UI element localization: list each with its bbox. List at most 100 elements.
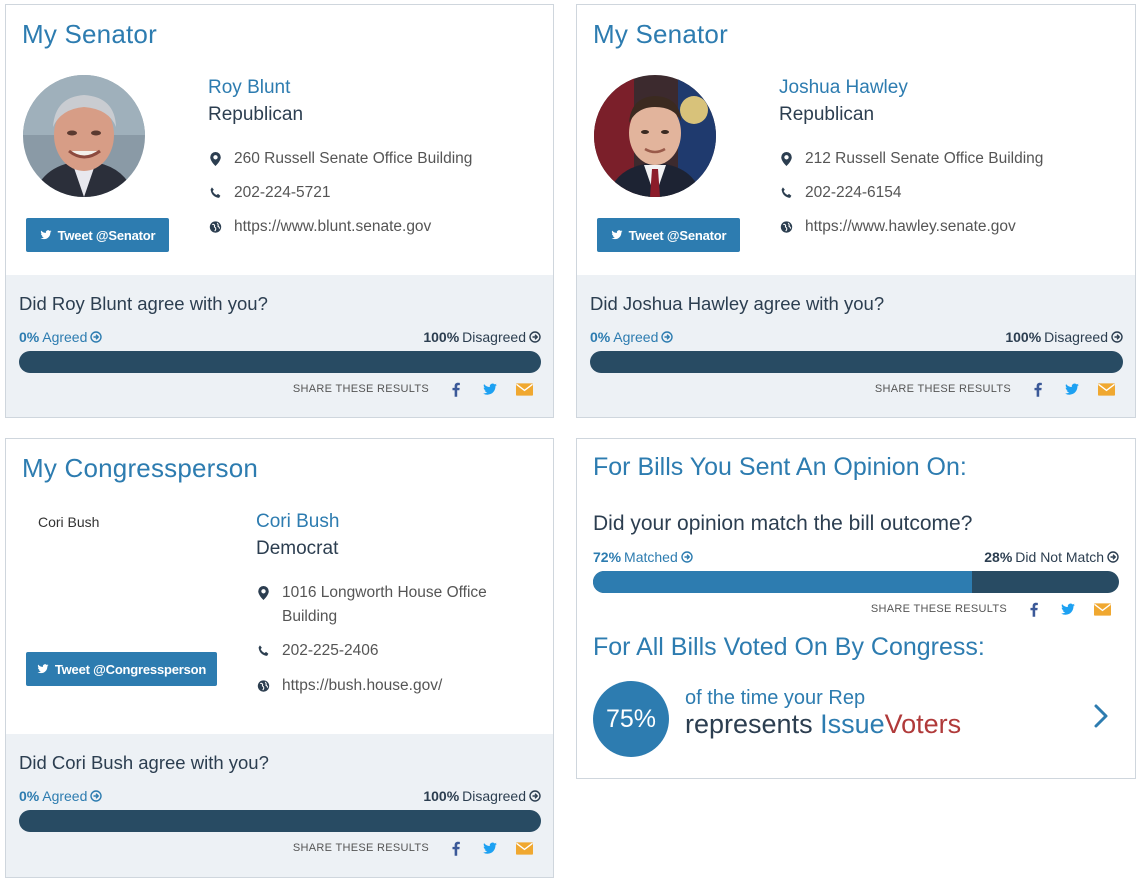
- not-matched-stat[interactable]: 28% Did Not Match: [984, 549, 1119, 565]
- phone-icon: [208, 181, 222, 205]
- disagreed-pct: 100%: [423, 329, 460, 345]
- section-title: My Senator: [22, 19, 157, 49]
- tweet-label: Tweet @Senator: [628, 227, 727, 243]
- circle-arrow-right-icon: [661, 331, 674, 343]
- agreement-question: Did Cori Bush agree with you?: [19, 752, 269, 773]
- represents-prefix: represents: [685, 709, 821, 739]
- brand-issue: Issue: [820, 709, 885, 739]
- address-row: 212 Russell Senate Office Building: [779, 147, 1043, 171]
- share-row: SHARE THESE RESULTS: [293, 839, 541, 857]
- facebook-icon[interactable]: [1017, 600, 1051, 618]
- congressperson-party: Democrat: [256, 538, 339, 559]
- match-bar-fill: [593, 571, 972, 593]
- congressperson-name[interactable]: Cori Bush: [256, 511, 339, 533]
- congress-bills-title: For All Bills Voted On By Congress:: [593, 633, 985, 661]
- phone-icon: [779, 181, 793, 205]
- represents-line-2: represents IssueVoters: [685, 709, 961, 740]
- disagreed-pct: 100%: [423, 788, 460, 804]
- tweet-label: Tweet @Congressperson: [54, 661, 207, 677]
- agreed-pct: 0%: [19, 329, 40, 345]
- agreed-pct: 0%: [590, 329, 611, 345]
- share-row: SHARE THESE RESULTS: [293, 380, 541, 398]
- disagreed-label: Disagreed: [1044, 329, 1108, 345]
- facebook-icon[interactable]: [1021, 380, 1055, 398]
- globe-icon: [256, 674, 270, 698]
- senator-card-1: My Senator Tweet @Senator Roy Blunt Repu…: [5, 4, 554, 418]
- website-link[interactable]: https://www.hawley.senate.gov: [805, 215, 1016, 239]
- share-label: SHARE THESE RESULTS: [874, 383, 1011, 395]
- agreed-stat[interactable]: 0% Agreed: [590, 329, 674, 345]
- circle-arrow-right-icon: [681, 551, 693, 563]
- twitter-icon[interactable]: [1051, 600, 1085, 618]
- twitter-icon[interactable]: [1055, 380, 1089, 398]
- phone-row: 202-224-5721: [208, 181, 331, 205]
- website-link[interactable]: https://bush.house.gov/: [282, 674, 442, 698]
- disagreed-stat[interactable]: 100% Disagreed: [1005, 329, 1123, 345]
- agreement-bar: [19, 351, 541, 373]
- website-row: https://www.blunt.senate.gov: [208, 215, 431, 239]
- circle-arrow-right-icon: [1107, 551, 1119, 563]
- not-matched-pct: 28%: [984, 549, 1013, 565]
- agreement-question: Did Roy Blunt agree with you?: [19, 293, 268, 314]
- address-line-2: Building: [282, 608, 338, 625]
- agreement-bar: [19, 810, 541, 832]
- represents-percent-badge: 75%: [593, 681, 669, 757]
- twitter-bird-icon: [37, 664, 49, 674]
- matched-stat[interactable]: 72% Matched: [593, 549, 693, 565]
- agreed-pct: 0%: [19, 788, 40, 804]
- address-row: 260 Russell Senate Office Building: [208, 147, 472, 171]
- senator-name[interactable]: Roy Blunt: [208, 77, 290, 99]
- bills-opinion-title: For Bills You Sent An Opinion On:: [593, 453, 967, 481]
- twitter-bird-icon: [611, 230, 623, 240]
- website-link[interactable]: https://www.blunt.senate.gov: [234, 215, 431, 239]
- disagreed-stat[interactable]: 100% Disagreed: [423, 788, 541, 804]
- circle-arrow-right-icon: [90, 790, 103, 802]
- agreed-label: Agreed: [42, 788, 88, 804]
- circle-arrow-right-icon: [1111, 331, 1123, 343]
- twitter-icon[interactable]: [473, 839, 507, 857]
- website-row: https://bush.house.gov/: [256, 674, 442, 698]
- share-label: SHARE THESE RESULTS: [870, 603, 1007, 615]
- senator-photo: [594, 75, 716, 197]
- envelope-icon[interactable]: [507, 839, 541, 857]
- map-marker-icon: [779, 147, 793, 171]
- facebook-icon[interactable]: [439, 380, 473, 398]
- tweet-senator-button[interactable]: Tweet @Senator: [26, 218, 169, 252]
- envelope-icon[interactable]: [1089, 380, 1123, 398]
- address-text: 1016 Longworth House Office Building: [282, 581, 487, 629]
- circle-arrow-right-icon: [90, 331, 103, 343]
- phone-row: 202-225-2406: [256, 639, 379, 663]
- agreed-stat[interactable]: 0% Agreed: [19, 329, 103, 345]
- globe-icon: [208, 215, 222, 239]
- disagreed-stat[interactable]: 100% Disagreed: [423, 329, 541, 345]
- senator-photo: [23, 75, 145, 197]
- facebook-icon[interactable]: [439, 839, 473, 857]
- section-title: My Congressperson: [22, 453, 259, 483]
- disagreed-pct: 100%: [1005, 329, 1042, 345]
- tweet-congressperson-button[interactable]: Tweet @Congressperson: [26, 652, 217, 686]
- envelope-icon[interactable]: [507, 380, 541, 398]
- senator-name[interactable]: Joshua Hawley: [779, 77, 908, 99]
- share-label: SHARE THESE RESULTS: [292, 383, 429, 395]
- chevron-right-icon[interactable]: [1093, 703, 1109, 734]
- matched-label: Matched: [624, 549, 678, 565]
- matched-pct: 72%: [593, 549, 622, 565]
- map-marker-icon: [208, 147, 222, 171]
- share-label: SHARE THESE RESULTS: [292, 842, 429, 854]
- senator-card-2: My Senator Tweet @Senator Joshua Hawley …: [576, 4, 1136, 418]
- congressperson-card: My Congressperson Cori Bush Tweet @Congr…: [5, 438, 554, 878]
- tweet-senator-button[interactable]: Tweet @Senator: [597, 218, 740, 252]
- map-marker-icon: [256, 581, 270, 629]
- phone-icon: [256, 639, 270, 663]
- agreement-panel: Did Roy Blunt agree with you? 0% Agreed …: [6, 275, 553, 417]
- envelope-icon[interactable]: [1085, 600, 1119, 618]
- agreed-label: Agreed: [613, 329, 659, 345]
- tweet-label: Tweet @Senator: [57, 227, 156, 243]
- disagreed-label: Disagreed: [462, 329, 526, 345]
- senator-party: Republican: [208, 104, 304, 125]
- address-text: 212 Russell Senate Office Building: [805, 150, 1044, 167]
- twitter-icon[interactable]: [473, 380, 507, 398]
- agreement-panel: Did Joshua Hawley agree with you? 0% Agr…: [577, 275, 1135, 417]
- phone-text: 202-224-5721: [234, 184, 331, 201]
- agreed-stat[interactable]: 0% Agreed: [19, 788, 103, 804]
